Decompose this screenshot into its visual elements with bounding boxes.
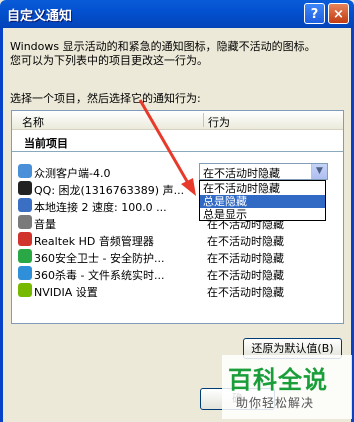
watermark-tagline: 助你轻松解决 xyxy=(236,396,315,410)
watermark-logo: 百科全说 xyxy=(228,366,328,394)
